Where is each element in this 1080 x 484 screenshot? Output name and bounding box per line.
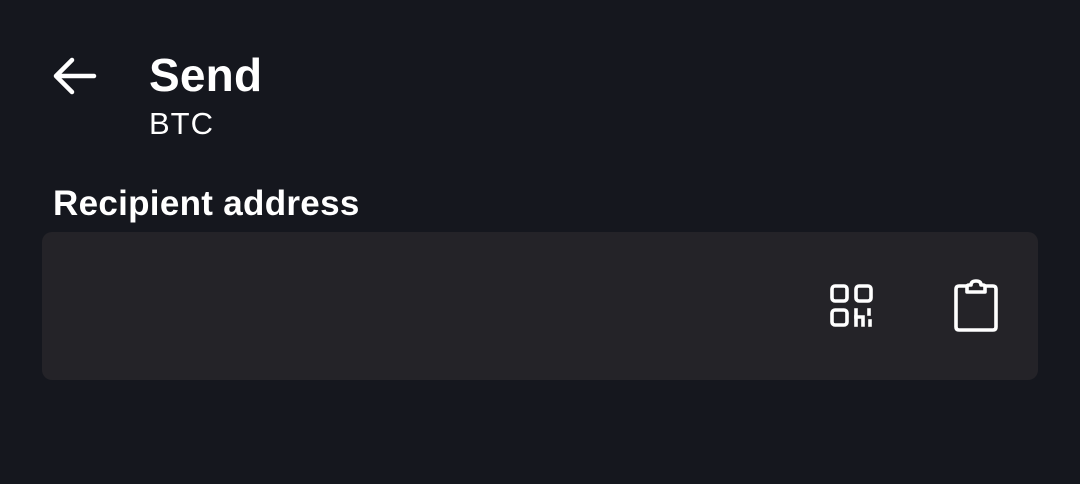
page-subtitle: BTC <box>149 106 214 141</box>
arrow-left-icon <box>51 56 97 96</box>
recipient-address-label: Recipient address <box>53 184 360 223</box>
send-screen: Send BTC Recipient address <box>0 0 1080 484</box>
paste-address-button[interactable] <box>946 276 1006 336</box>
back-button[interactable] <box>44 46 104 106</box>
scan-qr-button[interactable] <box>822 276 882 336</box>
recipient-address-input[interactable] <box>42 232 822 380</box>
clipboard-paste-icon <box>953 279 999 333</box>
recipient-address-field[interactable] <box>42 232 1038 380</box>
page-title: Send <box>149 49 263 101</box>
header-title-block: Send BTC <box>149 48 262 142</box>
qr-code-scan-icon <box>829 283 875 329</box>
